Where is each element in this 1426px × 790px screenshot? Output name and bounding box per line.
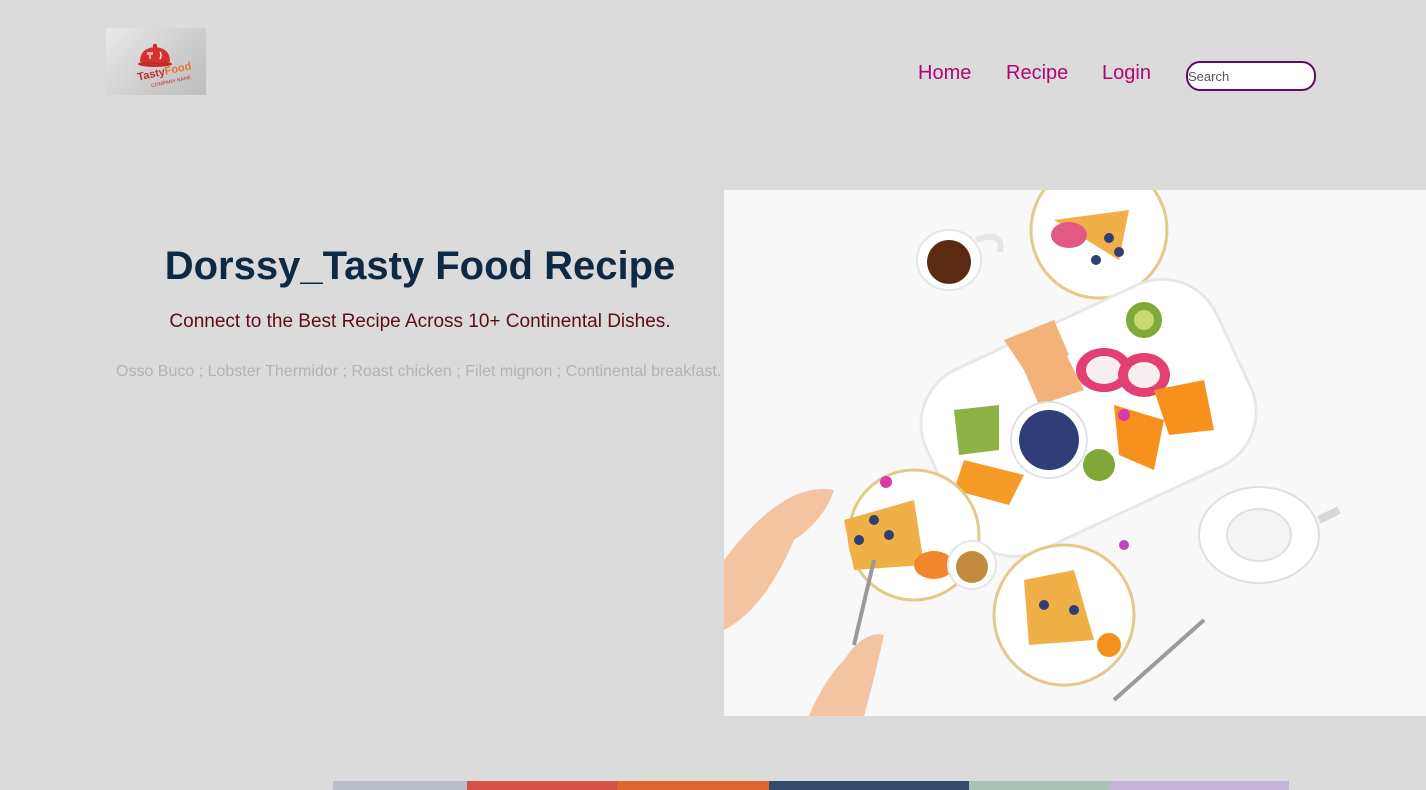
hero-subtitle: Connect to the Best Recipe Across 10+ Co… [169,311,671,332]
nav-home-link[interactable]: Home [918,62,971,85]
site-logo[interactable]: TastyFood COMPANY NAME [106,28,206,95]
hero-title: Dorssy_Tasty Food Recipe [164,244,676,288]
nav-login-link[interactable]: Login [1102,62,1151,85]
nav-recipe-link[interactable]: Recipe [1006,62,1068,85]
recipe-gallery-strip [333,781,1289,790]
hero-dish-list: Osso Buco ; Lobster Thermidor ; Roast ch… [116,363,722,380]
page: TastyFood COMPANY NAME Home Recipe Login… [0,0,1426,790]
hero-food-image [724,190,1426,716]
search-input[interactable] [1186,61,1316,91]
